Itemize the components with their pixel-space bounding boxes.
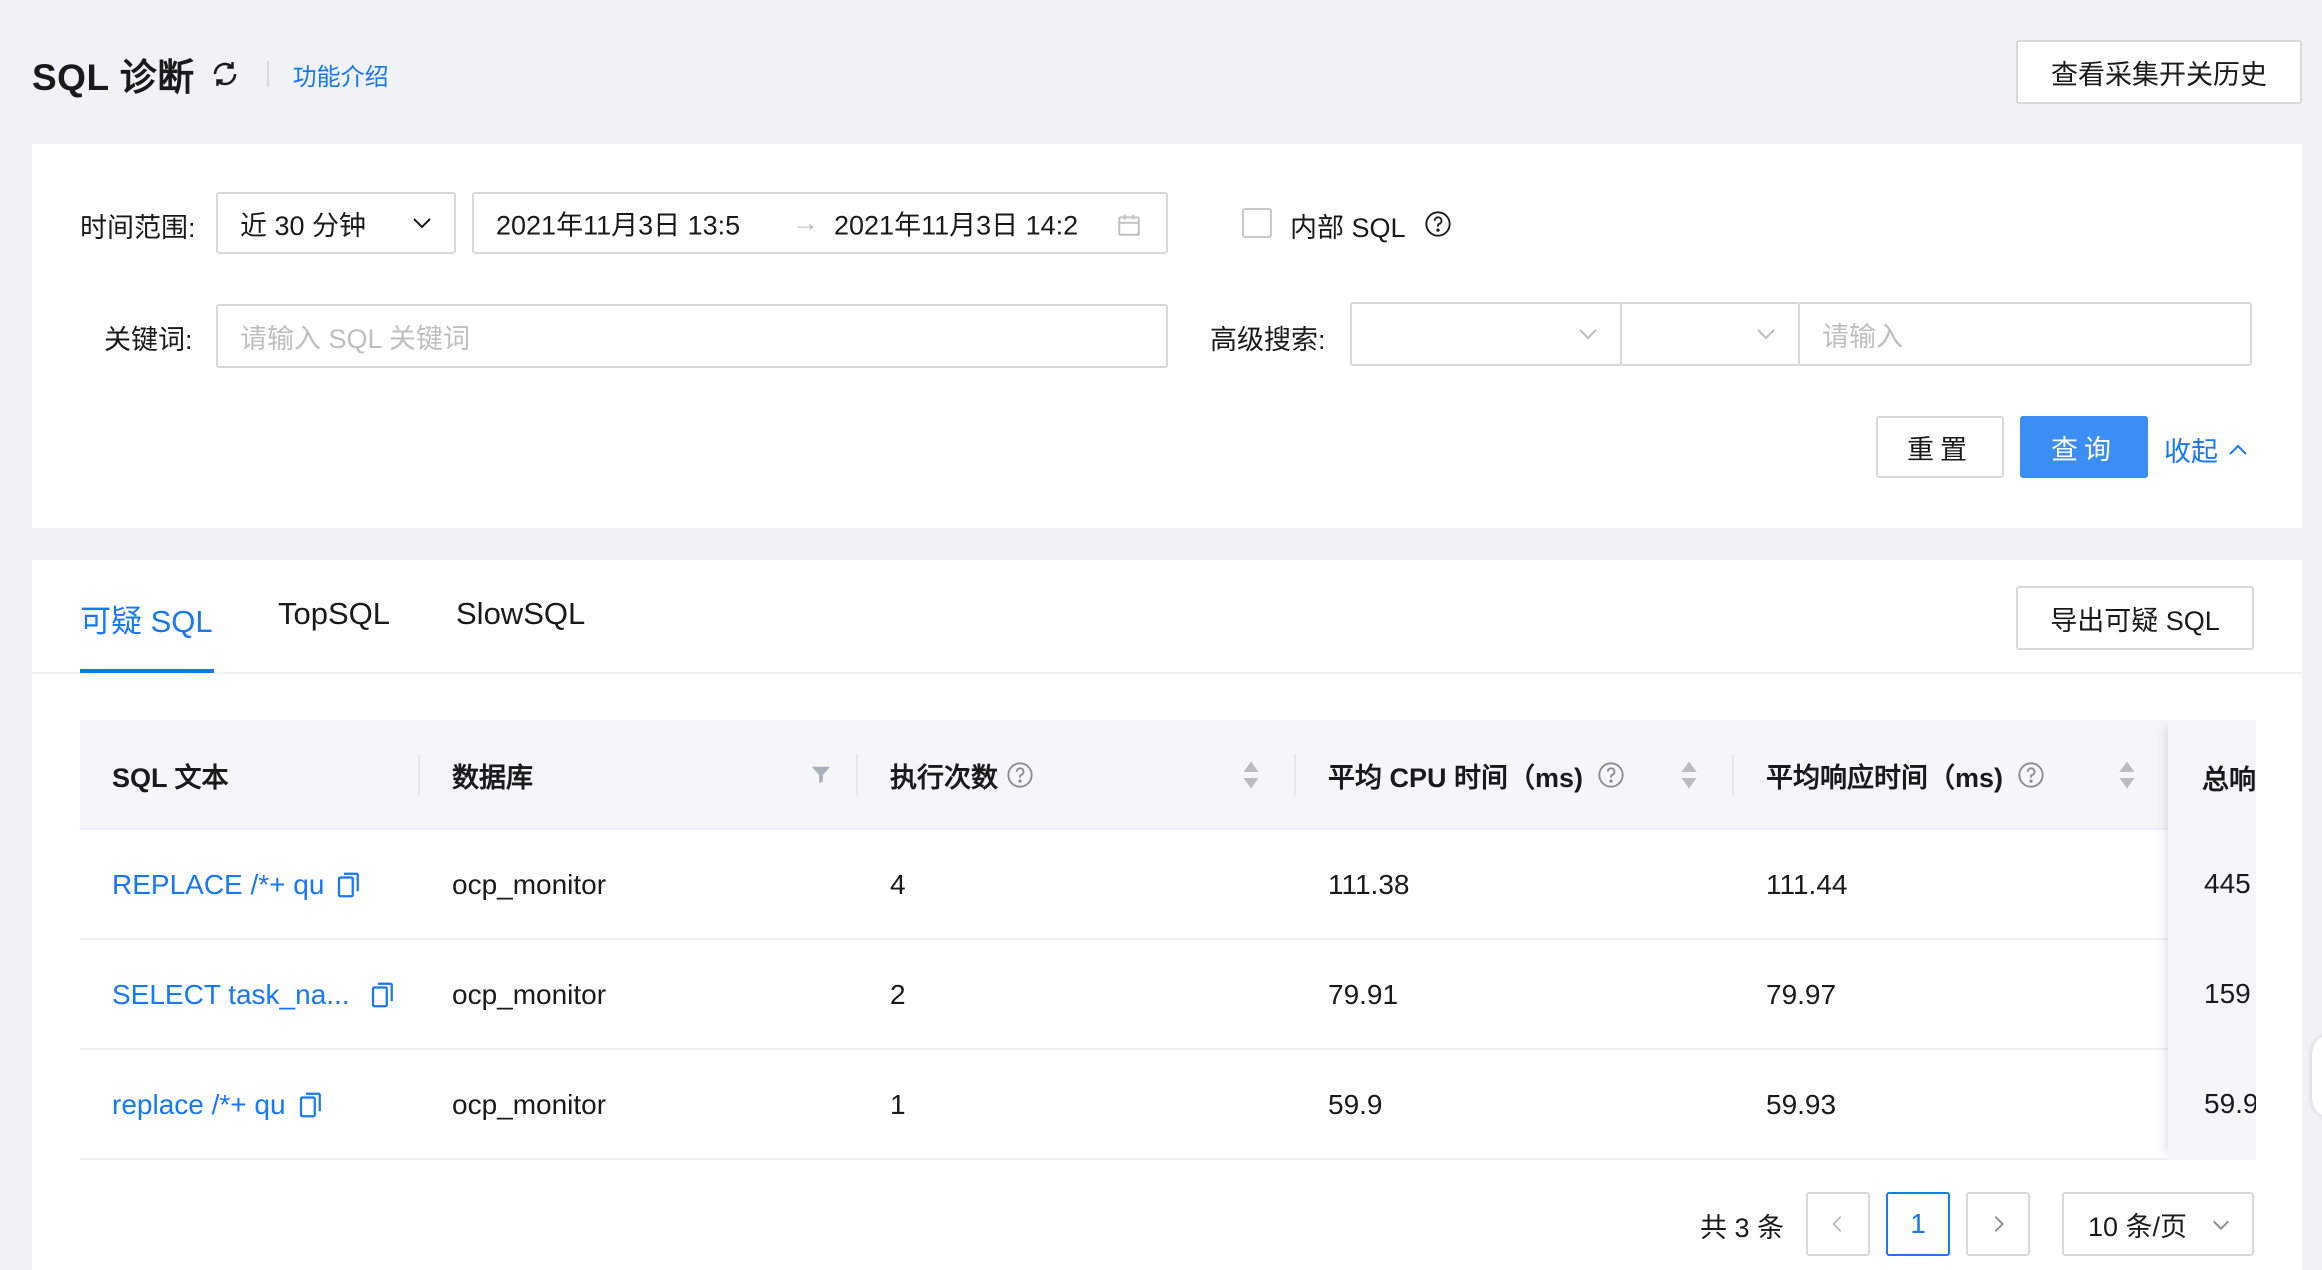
advanced-search-label: 高级搜索: [1210, 325, 1326, 355]
table-row: SELECT task_na... ocp_monitor 2 79.91 79… [80, 940, 2256, 1050]
column-header-exec-count: 执行次数 [890, 720, 1034, 830]
exec-count-cell: 1 [890, 1089, 906, 1120]
copy-icon[interactable] [370, 980, 396, 1010]
sql-text-cell[interactable]: REPLACE /*+ qu [112, 830, 362, 940]
feature-intro-link[interactable]: 功能介绍 [293, 57, 389, 92]
database-cell: ocp_monitor [452, 1089, 607, 1120]
chevron-up-icon [2229, 444, 2247, 455]
help-icon[interactable] [2017, 761, 2045, 789]
column-separator [418, 754, 420, 796]
range-arrow: → [792, 207, 819, 238]
page-size-value: 10 条/页 [2088, 1211, 2188, 1242]
internal-sql-checkbox[interactable] [1242, 208, 1272, 238]
table-header: SQL 文本 数据库 执行次数 平均 CPU 时间（ms) 平均响应时间（ms) [80, 720, 2256, 830]
time-range-value: 近 30 分钟 [240, 210, 367, 241]
help-icon[interactable] [1597, 761, 1625, 789]
page-1-button[interactable]: 1 [1886, 1192, 1950, 1256]
sql-text-cell[interactable]: replace /*+ qu [112, 1050, 324, 1160]
advanced-field-select[interactable] [1350, 302, 1622, 366]
avg-response-time-cell: 79.97 [1766, 979, 1837, 1010]
avg-response-time-cell: 59.93 [1766, 1089, 1837, 1120]
table-row: REPLACE /*+ qu ocp_monitor 4 111.38 111.… [80, 830, 2256, 940]
keyword-input[interactable]: 请输入 SQL 关键词 [216, 304, 1168, 368]
result-tabs: 可疑 SQL TopSQL SlowSQL 导出可疑 SQL [32, 560, 2302, 674]
sql-text-cell[interactable]: SELECT task_na... [112, 940, 396, 1050]
chevron-down-icon [2213, 1220, 2229, 1230]
collapse-label: 收起 [2164, 437, 2218, 467]
time-range-label: 时间范围: [80, 213, 196, 243]
total-response-cell: 445 [2204, 868, 2251, 899]
chevron-down-icon [413, 218, 431, 229]
keyword-label: 关键词: [104, 325, 193, 355]
page-title: SQL 诊断 [32, 57, 195, 98]
advanced-operator-select[interactable] [1620, 302, 1800, 366]
refresh-icon[interactable] [209, 58, 241, 90]
filter-icon[interactable] [810, 764, 832, 786]
sort-icon[interactable] [1680, 760, 1698, 790]
total-response-cell: 59.9 [2204, 1088, 2256, 1119]
column-separator [1732, 754, 1734, 796]
calendar-icon [1118, 214, 1140, 236]
total-response-cell: 159 [2204, 978, 2251, 1009]
column-header-database: 数据库 [452, 762, 533, 793]
results-panel: 可疑 SQL TopSQL SlowSQL 导出可疑 SQL SQL 文本 数据… [32, 560, 2302, 1270]
sql-table: SQL 文本 数据库 执行次数 平均 CPU 时间（ms) 平均响应时间（ms) [80, 720, 2256, 1160]
column-header-avg-cpu-time: 平均 CPU 时间（ms) [1328, 720, 1625, 830]
column-header-avg-response-time: 平均响应时间（ms) [1766, 720, 2045, 830]
active-tab-indicator [80, 669, 214, 673]
pagination: 共 3 条 1 10 条/页 [1694, 1192, 2254, 1256]
copy-icon[interactable] [336, 870, 362, 900]
total-count: 共 3 条 [1699, 1213, 1784, 1243]
tab-suspicious-sql[interactable]: 可疑 SQL [80, 596, 213, 641]
avg-response-time-cell: 111.44 [1766, 869, 1848, 900]
header-divider [266, 61, 269, 87]
exec-count-cell: 4 [890, 869, 906, 900]
range-end[interactable]: 2021年11月3日 14:2 [834, 204, 1108, 243]
table-row: replace /*+ qu ocp_monitor 1 59.9 59.93 [80, 1050, 2256, 1160]
tab-top-sql[interactable]: TopSQL [278, 596, 390, 632]
time-range-select[interactable]: 近 30 分钟 [216, 192, 456, 254]
chevron-right-icon [1994, 1216, 2004, 1232]
internal-sql-label: 内部 SQL [1290, 213, 1406, 243]
column-separator [856, 754, 858, 796]
page-header: SQL 诊断 功能介绍 查看采集开关历史 [32, 40, 2302, 108]
column-header-sql-text: SQL 文本 [112, 762, 229, 793]
avg-cpu-time-cell: 79.91 [1328, 979, 1399, 1010]
sort-icon[interactable] [1242, 760, 1260, 790]
copy-icon[interactable] [298, 1090, 324, 1120]
date-range-picker[interactable]: 2021年11月3日 13:5 → 2021年11月3日 14:2 [472, 192, 1168, 254]
database-cell: ocp_monitor [452, 869, 607, 900]
next-page-button[interactable] [1966, 1192, 2030, 1256]
export-suspicious-sql-button[interactable]: 导出可疑 SQL [2016, 586, 2254, 650]
page-size-select[interactable]: 10 条/页 [2062, 1192, 2254, 1256]
sort-icon[interactable] [2118, 760, 2136, 790]
exec-count-cell: 2 [890, 979, 906, 1010]
help-icon[interactable] [1006, 761, 1034, 789]
chevron-left-icon [1832, 1216, 1842, 1232]
chevron-down-icon [1579, 329, 1597, 340]
query-button[interactable]: 查询 [2020, 416, 2148, 478]
avg-cpu-time-cell: 111.38 [1328, 869, 1410, 900]
search-panel: 时间范围: 近 30 分钟 2021年11月3日 13:5 → 2021年11月… [32, 144, 2302, 528]
help-icon[interactable] [1424, 210, 1452, 238]
collapse-link[interactable]: 收起 [2164, 430, 2250, 469]
avg-cpu-time-cell: 59.9 [1328, 1089, 1383, 1120]
range-start[interactable]: 2021年11月3日 13:5 [496, 204, 770, 243]
database-cell: ocp_monitor [452, 979, 607, 1010]
view-collection-history-button[interactable]: 查看采集开关历史 [2016, 40, 2302, 104]
chevron-down-icon [1757, 329, 1775, 340]
fixed-total-column: 总响 445 159 59.9 [2168, 720, 2256, 1160]
prev-page-button[interactable] [1806, 1192, 1870, 1256]
column-header-total-response: 总响 [2202, 765, 2256, 795]
column-separator [1294, 754, 1296, 796]
side-drawer-handle[interactable] [2312, 1034, 2322, 1118]
advanced-value-input[interactable]: 请输入 [1798, 302, 2252, 366]
tab-slow-sql[interactable]: SlowSQL [456, 596, 585, 632]
reset-button[interactable]: 重置 [1876, 416, 2004, 478]
